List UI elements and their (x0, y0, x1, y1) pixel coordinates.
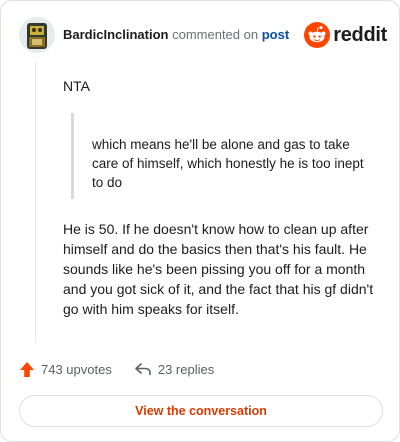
logo-text: reddit (333, 23, 387, 46)
author-name[interactable]: BardicInclination (63, 27, 168, 42)
upvote-count: 743 upvotes (41, 361, 112, 377)
comment-body: He is 50. If he doesn't know how to clea… (63, 221, 374, 317)
reply-count: 23 replies (157, 361, 215, 377)
reddit-logo[interactable]: reddit (304, 20, 387, 50)
upvote-arrow-icon (20, 361, 34, 377)
avatar-image (19, 17, 55, 53)
post-link[interactable]: post (262, 27, 289, 42)
comment-intro: NTA (63, 78, 90, 94)
comment-actions: 743 upvotes 23 replies (19, 359, 214, 379)
upvote-button[interactable]: 743 upvotes (19, 361, 112, 378)
replies-button[interactable]: 23 replies (134, 362, 214, 377)
quote-text: which means he'll be alone and gas to ta… (92, 137, 364, 190)
reply-arrow-icon (135, 363, 151, 376)
blockquote: which means he'll be alone and gas to ta… (71, 113, 371, 199)
comment-meta: BardicInclination commented on post (63, 27, 289, 43)
thread-line (35, 61, 36, 343)
comment-card: BardicInclination commented on post redd… (0, 0, 400, 442)
commented-on-text: commented on (172, 27, 259, 42)
comment-header: BardicInclination commented on post redd… (19, 17, 387, 53)
avatar[interactable] (19, 17, 55, 53)
view-conversation-label: View the conversation (135, 404, 267, 418)
view-conversation-button[interactable]: View the conversation (19, 395, 383, 427)
reddit-snoo-icon (304, 22, 331, 48)
